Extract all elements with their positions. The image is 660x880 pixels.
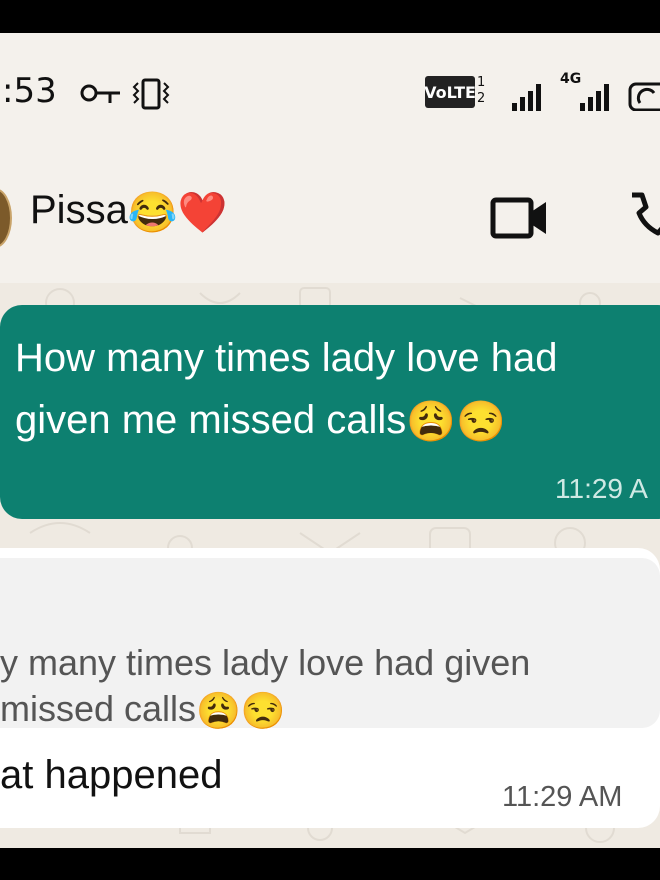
signal-strength-icon — [512, 84, 541, 111]
unamused-face-emoji: 😒 — [240, 690, 286, 732]
sim-index: 1 2 — [477, 75, 486, 106]
vpn-key-icon — [80, 84, 120, 103]
red-heart-emoji: ❤️ — [177, 190, 228, 235]
battery-icon — [628, 82, 660, 111]
quoted-message-text: y many times lady love had given missed … — [0, 640, 650, 734]
chat-screen: :53 VoLTE 1 2 4G Pissa😂❤️ How many times… — [0, 33, 660, 848]
message-timestamp: 11:29 AM — [502, 781, 623, 813]
chat-header[interactable]: Pissa😂❤️ — [0, 158, 660, 278]
weary-face-emoji: 😩 — [406, 400, 457, 445]
status-bar: :53 VoLTE 1 2 4G — [0, 33, 660, 148]
weary-face-emoji: 😩 — [196, 690, 241, 732]
signal-strength-icon — [580, 84, 609, 111]
message-text: How many times lady love had given me mi… — [15, 327, 660, 453]
voice-call-icon[interactable] — [622, 191, 660, 243]
volte-badge: VoLTE — [424, 76, 476, 108]
quoted-message[interactable]: y many times lady love had given missed … — [0, 558, 660, 731]
message-timestamp: 11:29 A — [555, 473, 648, 504]
outgoing-message-bubble[interactable]: How many times lady love had given me mi… — [0, 305, 660, 519]
status-time: :53 — [2, 71, 57, 111]
video-call-icon[interactable] — [490, 194, 550, 242]
contact-name[interactable]: Pissa😂❤️ — [30, 188, 227, 236]
message-text: at happened — [0, 753, 223, 797]
vibrate-icon — [132, 78, 170, 110]
incoming-message-bubble[interactable]: y many times lady love had given missed … — [0, 548, 660, 828]
unamused-face-emoji: 😒 — [456, 400, 506, 445]
contact-avatar[interactable] — [0, 188, 12, 248]
tears-of-joy-emoji: 😂 — [127, 190, 178, 235]
